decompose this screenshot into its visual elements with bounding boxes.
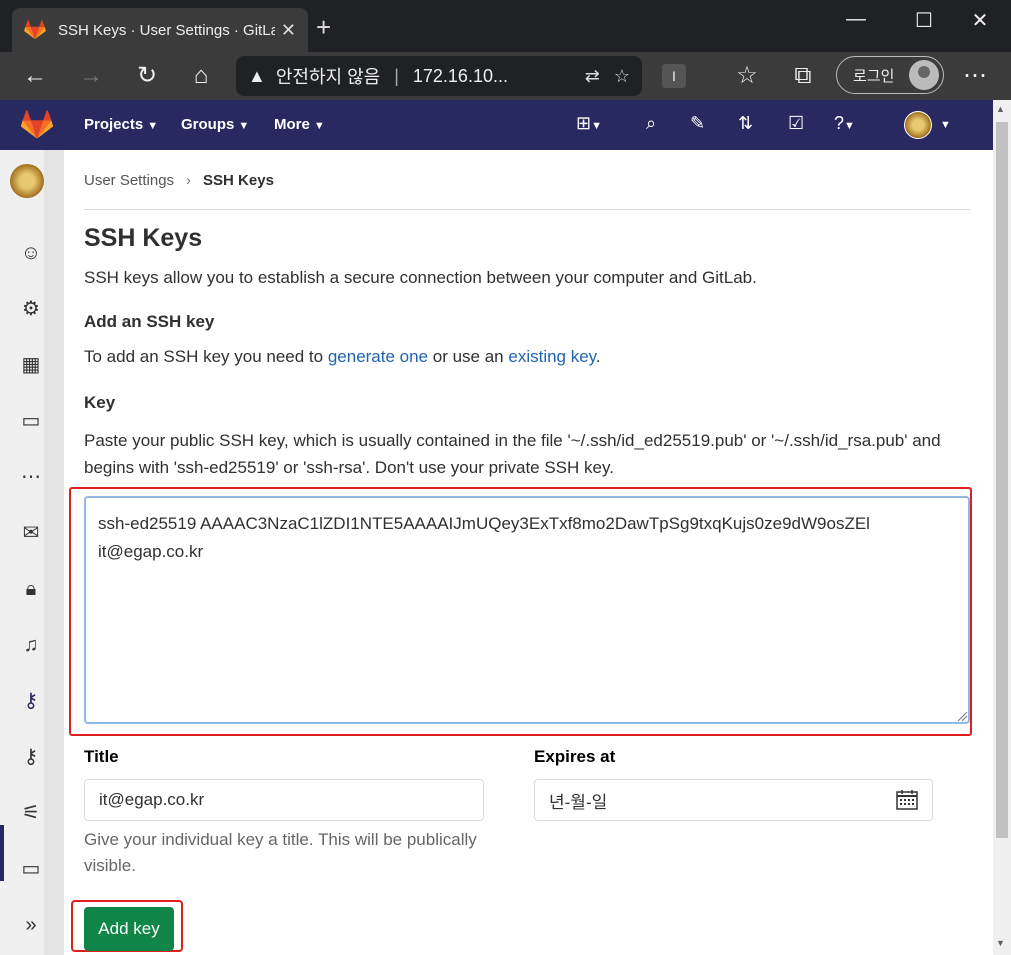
refresh-icon[interactable]: ↻ bbox=[132, 62, 162, 92]
tab-close-icon[interactable]: ✕ bbox=[281, 20, 296, 41]
title-label: Title bbox=[84, 747, 119, 766]
search-icon[interactable]: ⌕ bbox=[646, 113, 656, 134]
minimize-button[interactable]: — bbox=[836, 8, 876, 31]
expires-date-value: 년-월-일 bbox=[549, 792, 608, 812]
scroll-down-icon[interactable]: ▼ bbox=[996, 938, 1005, 948]
forward-icon[interactable]: → bbox=[76, 62, 106, 92]
collections-icon[interactable]: ⧉ bbox=[788, 62, 818, 92]
tab-title: SSH Keys · User Settings · GitLab bbox=[58, 21, 275, 39]
extension-icon[interactable]: I bbox=[662, 64, 686, 88]
more-menu-icon[interactable]: ⋯ bbox=[960, 62, 990, 92]
browser-toolbar: ← → ↻ ⌂ ▲ 안전하지 않음 | 172.16.10... ⇄ ☆ I ☆… bbox=[0, 52, 1011, 100]
close-window-button[interactable]: ✕ bbox=[960, 8, 1000, 33]
expires-date-input[interactable]: 년-월-일 bbox=[534, 779, 933, 821]
breadcrumb: User Settings › SSH Keys bbox=[84, 172, 274, 189]
password-icon[interactable]: 🔒︎ bbox=[18, 576, 44, 602]
expires-label: Expires at bbox=[534, 747, 616, 766]
applications-icon[interactable]: ▦ bbox=[18, 352, 44, 378]
nav-more[interactable]: More ▼ bbox=[274, 116, 325, 133]
page-scrollbar[interactable]: ▲ ▼ bbox=[993, 100, 1011, 955]
add-key-button[interactable]: Add key bbox=[84, 907, 174, 951]
issues-icon[interactable]: ✎ bbox=[690, 113, 705, 134]
todo-icon[interactable]: ☑ bbox=[788, 113, 804, 134]
url-text: 172.16.10... bbox=[412, 65, 508, 86]
page-title: SSH Keys bbox=[84, 224, 203, 252]
title-help-text: Give your individual key a title. This w… bbox=[84, 830, 477, 875]
gitlab-logo-icon[interactable] bbox=[20, 110, 54, 140]
breadcrumb-user-settings[interactable]: User Settings bbox=[84, 172, 174, 189]
title-input[interactable] bbox=[84, 779, 484, 821]
gitlab-favicon-icon bbox=[24, 20, 46, 40]
translate-icon[interactable]: ⇄ bbox=[585, 66, 600, 87]
url-separator: | bbox=[394, 65, 399, 86]
calendar-icon[interactable] bbox=[896, 790, 918, 810]
profile-login-button[interactable]: 로그인 bbox=[836, 56, 944, 94]
existing-key-link[interactable]: existing key bbox=[508, 347, 596, 366]
add-key-description: To add an SSH key you need to generate o… bbox=[84, 347, 601, 366]
access-tokens-icon[interactable]: ⋯ bbox=[18, 464, 44, 490]
sidebar-active-indicator bbox=[0, 825, 4, 881]
account-icon[interactable]: ⚙ bbox=[18, 296, 44, 322]
gitlab-navbar: Projects ▼ Groups ▼ More ▼ ⊞▼ ⌕ ✎ ⇅ ☑ ?▼ ▼ bbox=[0, 100, 993, 150]
settings-sidebar: ☺ ⚙ ▦ ▭ ⋯ ✉ 🔒︎ ♫ ⚷ ⚷ ⚟ ▭ » bbox=[0, 150, 64, 955]
user-avatar[interactable] bbox=[904, 111, 932, 139]
new-tab-button[interactable]: + bbox=[316, 14, 331, 40]
profile-icon[interactable]: ☺ bbox=[18, 240, 44, 266]
merge-request-icon[interactable]: ⇅ bbox=[738, 113, 753, 134]
breadcrumb-ssh-keys[interactable]: SSH Keys bbox=[203, 172, 274, 189]
header-divider bbox=[84, 209, 970, 210]
chat-icon[interactable]: ▭ bbox=[18, 408, 44, 434]
back-icon[interactable]: ← bbox=[20, 62, 50, 92]
nav-projects[interactable]: Projects ▼ bbox=[84, 116, 158, 133]
gpg-keys-icon[interactable]: ⚷ bbox=[18, 744, 44, 770]
resize-handle-icon[interactable] bbox=[954, 708, 968, 722]
scroll-thumb[interactable] bbox=[996, 122, 1008, 838]
chevron-down-icon[interactable]: ▼ bbox=[940, 119, 951, 131]
address-bar[interactable]: ▲ 안전하지 않음 | 172.16.10... ⇄ ☆ bbox=[236, 56, 642, 96]
ssh-keys-icon[interactable]: ⚷ bbox=[18, 688, 44, 714]
notifications-icon[interactable]: ♫ bbox=[18, 632, 44, 658]
plus-icon[interactable]: ⊞▼ bbox=[576, 113, 602, 134]
browser-tab[interactable]: SSH Keys · User Settings · GitLab ✕ bbox=[12, 8, 308, 52]
breadcrumb-separator-icon: › bbox=[186, 172, 192, 189]
key-help-text: Paste your public SSH key, which is usua… bbox=[84, 431, 941, 477]
generate-one-link[interactable]: generate one bbox=[328, 347, 428, 366]
key-label: Key bbox=[84, 393, 116, 412]
login-label: 로그인 bbox=[853, 67, 895, 85]
add-key-heading: Add an SSH key bbox=[84, 312, 215, 331]
warning-icon: ▲ bbox=[248, 65, 266, 86]
emails-icon[interactable]: ✉ bbox=[18, 520, 44, 546]
security-status: 안전하지 않음 bbox=[275, 67, 381, 87]
favorite-star-icon[interactable]: ☆ bbox=[614, 66, 630, 87]
sidebar-avatar[interactable] bbox=[10, 164, 44, 198]
ssh-key-textarea[interactable]: ssh-ed25519 AAAAC3NzaC1lZDI1NTE5AAAAIJmU… bbox=[84, 496, 970, 724]
active-sessions-icon[interactable]: ▭ bbox=[18, 856, 44, 882]
home-icon[interactable]: ⌂ bbox=[186, 62, 216, 92]
page-description: SSH keys allow you to establish a secure… bbox=[84, 268, 757, 287]
sidebar-scroll-track bbox=[44, 150, 64, 955]
nav-groups[interactable]: Groups ▼ bbox=[181, 116, 249, 133]
maximize-button[interactable]: ☐ bbox=[904, 8, 944, 33]
collapse-icon[interactable]: » bbox=[18, 912, 44, 938]
preferences-icon[interactable]: ⚟ bbox=[18, 800, 44, 826]
help-icon[interactable]: ?▼ bbox=[834, 113, 855, 134]
favorites-icon[interactable]: ☆ bbox=[732, 62, 762, 92]
browser-titlebar: SSH Keys · User Settings · GitLab ✕ + — … bbox=[0, 0, 1011, 52]
profile-avatar-icon bbox=[909, 60, 939, 90]
scroll-up-icon[interactable]: ▲ bbox=[996, 104, 1005, 114]
